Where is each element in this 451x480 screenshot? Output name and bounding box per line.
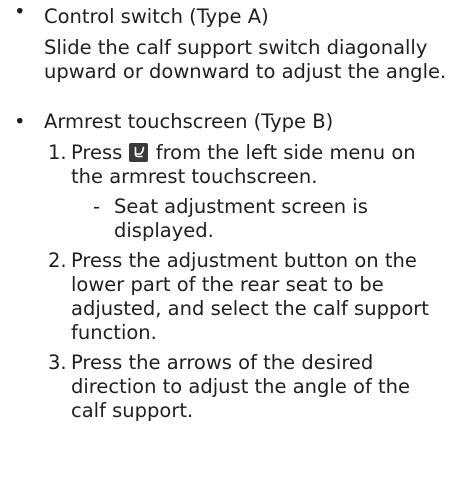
seat-icon <box>128 143 148 162</box>
bullet: • <box>14 0 26 23</box>
section-control-switch: • Control switch (Type A) Slide the calf… <box>0 0 451 84</box>
step-number: 1. <box>48 141 67 164</box>
step-item: 3. Press the arrows of the desired direc… <box>44 351 451 423</box>
step-text: Press the adjustment button on the lower… <box>71 249 429 344</box>
manual-page: • Control switch (Type A) Slide the calf… <box>0 0 451 429</box>
step-text: Press from the left side menu on the arm… <box>71 141 416 188</box>
step-number: 2. <box>48 249 67 272</box>
step-item: 2. Press the adjustment button on the lo… <box>44 249 451 345</box>
section-heading: Armrest touchscreen (Type B) <box>44 110 334 133</box>
steps-list: 1. Press from the left side menu on the … <box>44 141 451 423</box>
section-armrest-touchscreen: • Armrest touchscreen (Type B) 1. Press … <box>0 110 451 423</box>
bullet: • <box>14 110 26 133</box>
section-paragraph: Slide the calf support switch diagonally… <box>44 36 447 83</box>
section-heading: Control switch (Type A) <box>44 5 269 28</box>
dash: - <box>93 195 101 218</box>
step-item: 1. Press from the left side menu on the … <box>44 141 451 243</box>
subnote-text: Seat adjustment screen is displayed. <box>114 195 368 242</box>
step-text: Press the arrows of the desired directio… <box>71 351 411 422</box>
step-subnote: - Seat adjustment screen is displayed. <box>71 195 451 243</box>
step-number: 3. <box>48 351 67 374</box>
